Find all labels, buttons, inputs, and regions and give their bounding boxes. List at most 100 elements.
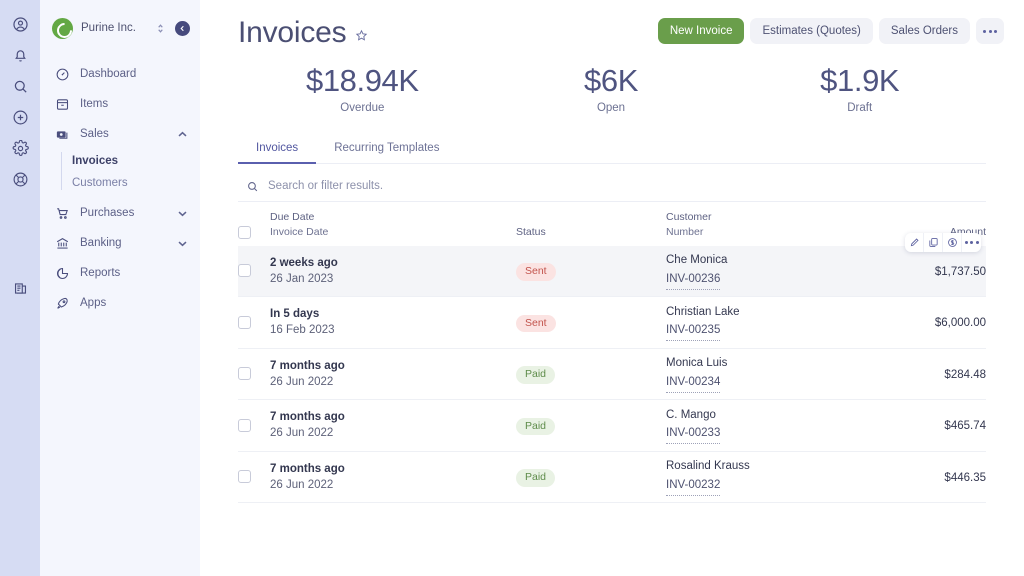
sales-subnav: Invoices Customers: [40, 149, 200, 198]
row-date-cell: 7 months ago 26 Jun 2022: [270, 409, 516, 441]
row-checkbox[interactable]: [238, 470, 251, 483]
page-title-group: Invoices: [238, 14, 658, 50]
select-all-checkbox[interactable]: [238, 226, 251, 239]
due-date-value: 7 months ago: [270, 409, 516, 425]
tab-bar: Invoices Recurring Templates: [238, 136, 986, 164]
invoice-date-value: 16 Feb 2023: [270, 322, 516, 338]
sidebar-collapse-button[interactable]: [175, 21, 190, 36]
tab-recurring-templates[interactable]: Recurring Templates: [316, 136, 457, 163]
column-header-number: Number: [666, 225, 876, 239]
money-icon: [54, 126, 70, 142]
plus-circle-icon[interactable]: [5, 109, 35, 126]
row-status-cell: Paid: [516, 364, 666, 384]
new-invoice-button[interactable]: New Invoice: [658, 18, 745, 44]
customer-name: C. Mango: [666, 407, 876, 424]
table-row[interactable]: 7 months ago 26 Jun 2022 Paid Rosalind K…: [238, 452, 986, 504]
sidebar-item-customers[interactable]: Customers: [40, 172, 200, 194]
customer-name: Monica Luis: [666, 355, 876, 372]
kpi-overdue[interactable]: $18.94K Overdue: [238, 64, 487, 114]
document-icon[interactable]: [5, 280, 35, 297]
main-content: Invoices New Invoice Estimates (Quotes) …: [200, 0, 1024, 576]
invoice-number-link[interactable]: INV-00236: [666, 271, 720, 290]
row-select-cell: [238, 367, 270, 380]
invoice-number-link[interactable]: INV-00234: [666, 374, 720, 393]
row-checkbox[interactable]: [238, 264, 251, 277]
tab-invoices[interactable]: Invoices: [238, 136, 316, 163]
row-select-cell: [238, 419, 270, 432]
row-select-cell: [238, 316, 270, 329]
column-header-status: Status: [516, 225, 666, 239]
table-header-row: Due Date Invoice Date Status Customer Nu…: [238, 202, 986, 246]
column-status[interactable]: Status: [516, 225, 666, 239]
kpi-label: Overdue: [238, 102, 487, 114]
ellipsis-icon: [983, 30, 997, 33]
kpi-summary: $18.94K Overdue $6K Open $1.9K Draft: [200, 50, 1024, 114]
column-header-due-date: Due Date: [270, 210, 516, 224]
box-icon: [54, 96, 70, 112]
kpi-draft[interactable]: $1.9K Draft: [735, 64, 984, 114]
status-badge: Paid: [516, 469, 555, 487]
status-badge: Sent: [516, 263, 556, 281]
sidebar-item-apps[interactable]: Apps: [40, 288, 200, 318]
record-payment-icon[interactable]: [943, 233, 962, 252]
cart-icon: [54, 205, 70, 221]
estimates-quotes-button[interactable]: Estimates (Quotes): [750, 18, 872, 44]
page-title: Invoices: [238, 16, 346, 50]
header-more-button[interactable]: [976, 18, 1004, 44]
chevron-down-icon[interactable]: [177, 238, 188, 249]
sidebar-nav: Dashboard Items Sales Invoices Custo: [40, 56, 200, 318]
row-checkbox[interactable]: [238, 367, 251, 380]
bank-icon: [54, 235, 70, 251]
invoice-number-link[interactable]: INV-00233: [666, 425, 720, 444]
search-icon[interactable]: [5, 78, 35, 95]
duplicate-icon[interactable]: [924, 233, 943, 252]
sales-orders-button[interactable]: Sales Orders: [879, 18, 970, 44]
search-bar: [238, 164, 986, 202]
sidebar-item-sales[interactable]: Sales: [40, 119, 200, 149]
sidebar-item-label: Items: [80, 98, 188, 110]
row-checkbox[interactable]: [238, 316, 251, 329]
column-due-date[interactable]: Due Date Invoice Date: [270, 210, 516, 238]
table-row[interactable]: 7 months ago 26 Jun 2022 Paid Monica Lui…: [238, 349, 986, 401]
search-input[interactable]: [268, 180, 986, 192]
star-icon[interactable]: [354, 28, 369, 43]
sidebar: Purine Inc. Dashboard Items: [40, 0, 200, 576]
sidebar-item-purchases[interactable]: Purchases: [40, 198, 200, 228]
ellipsis-icon: [965, 241, 979, 244]
chevron-down-icon[interactable]: [177, 208, 188, 219]
edit-icon[interactable]: [905, 233, 924, 252]
row-customer-cell: Monica Luis INV-00234: [666, 355, 876, 392]
amount-value: $6,000.00: [935, 317, 986, 329]
row-customer-cell: C. Mango INV-00233: [666, 407, 876, 444]
purine-logo: [52, 18, 73, 39]
search-icon: [246, 180, 259, 193]
brand-header[interactable]: Purine Inc.: [40, 0, 200, 56]
kpi-label: Draft: [735, 102, 984, 114]
user-circle-icon[interactable]: [5, 16, 35, 33]
table-row[interactable]: 2 weeks ago 26 Jan 2023 Sent Che Monica …: [238, 246, 986, 298]
column-customer[interactable]: Customer Number: [666, 210, 876, 238]
invoice-number-link[interactable]: INV-00232: [666, 477, 720, 496]
sidebar-item-invoices[interactable]: Invoices: [40, 150, 200, 172]
row-date-cell: In 5 days 16 Feb 2023: [270, 306, 516, 338]
table-row[interactable]: 7 months ago 26 Jun 2022 Paid C. Mango I…: [238, 400, 986, 452]
invoices-table: Due Date Invoice Date Status Customer Nu…: [238, 202, 986, 504]
row-more-button[interactable]: [962, 233, 981, 252]
sidebar-item-dashboard[interactable]: Dashboard: [40, 59, 200, 89]
invoice-number-link[interactable]: INV-00235: [666, 322, 720, 341]
row-checkbox[interactable]: [238, 419, 251, 432]
gauge-icon: [54, 66, 70, 82]
due-date-value: 7 months ago: [270, 358, 516, 374]
bell-icon[interactable]: [5, 47, 35, 64]
chevron-up-icon[interactable]: [177, 129, 188, 140]
lifebuoy-icon[interactable]: [5, 171, 35, 188]
customer-name: Christian Lake: [666, 304, 876, 321]
org-switcher-icon[interactable]: [156, 22, 165, 35]
kpi-open[interactable]: $6K Open: [487, 64, 736, 114]
table-row[interactable]: In 5 days 16 Feb 2023 Sent Christian Lak…: [238, 297, 986, 349]
gear-icon[interactable]: [5, 140, 35, 157]
row-amount-cell: $1,737.50: [876, 262, 986, 280]
sidebar-item-reports[interactable]: Reports: [40, 258, 200, 288]
sidebar-item-banking[interactable]: Banking: [40, 228, 200, 258]
sidebar-item-items[interactable]: Items: [40, 89, 200, 119]
